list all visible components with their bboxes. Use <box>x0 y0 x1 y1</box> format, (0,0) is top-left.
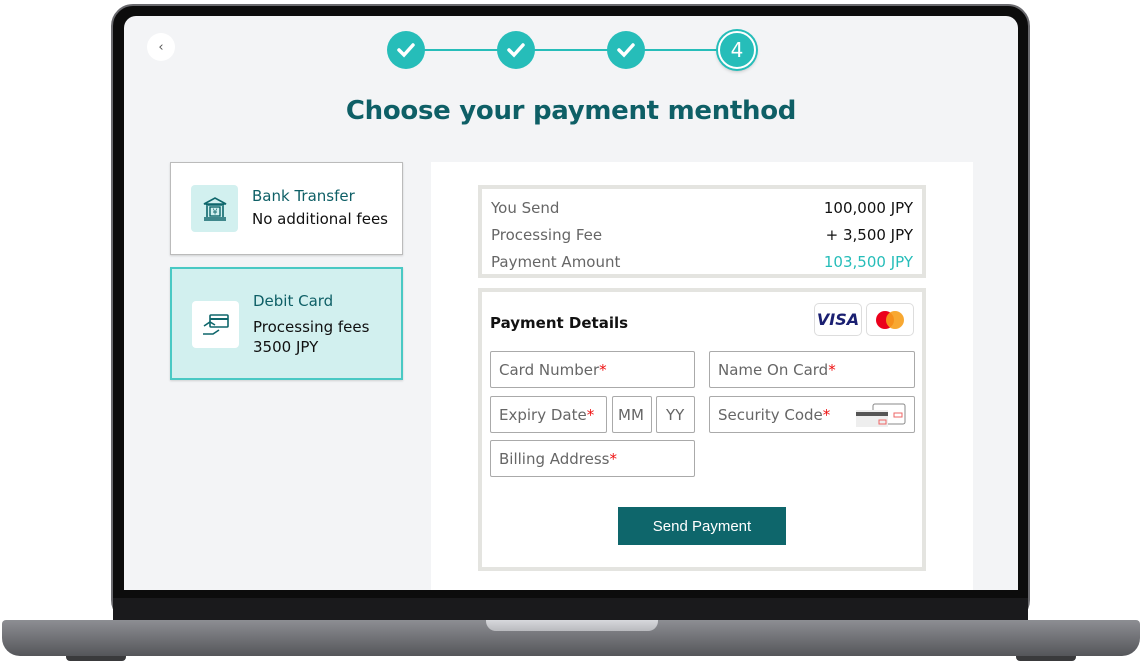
svg-text:¥: ¥ <box>212 207 217 216</box>
mastercard-logo <box>866 303 914 336</box>
required-mark: * <box>586 406 595 424</box>
card-number-input[interactable]: Card Number* <box>490 351 695 388</box>
summary-row: Payment Amount 103,500 JPY <box>491 248 913 275</box>
summary-row: Processing Fee + 3,500 JPY <box>491 221 913 248</box>
method-bank-transfer[interactable]: ¥ Bank Transfer No additional fees <box>170 162 403 255</box>
security-code-card-icon <box>856 403 906 427</box>
expiry-month-input[interactable]: MM <box>612 396 652 433</box>
required-mark: * <box>599 361 607 379</box>
step-2-complete <box>497 31 535 69</box>
laptop-foot <box>1016 656 1076 661</box>
expiry-date-input[interactable]: Expiry Date* <box>490 396 607 433</box>
name-on-card-input[interactable]: Name On Card* <box>709 351 915 388</box>
summary-label: You Send <box>491 198 560 217</box>
send-payment-button[interactable]: Send Payment <box>618 507 786 545</box>
step-4-current: 4 <box>718 31 756 69</box>
field-placeholder: Name On Card <box>718 361 829 379</box>
field-placeholder: YY <box>666 406 685 424</box>
laptop-chin <box>113 598 1028 620</box>
security-code-input[interactable]: Security Code* <box>709 396 915 433</box>
check-icon <box>397 43 415 58</box>
step-1-complete <box>387 31 425 69</box>
laptop-notch <box>486 620 658 631</box>
method-debit-card[interactable]: Debit Card Processing fees 3500 JPY <box>170 267 403 380</box>
summary-row: You Send 100,000 JPY <box>491 194 913 221</box>
payment-panel: You Send 100,000 JPY Processing Fee + 3,50… <box>431 162 973 590</box>
chevron-left-icon: ‹ <box>158 39 164 55</box>
stepper-line <box>424 49 754 51</box>
field-placeholder: Expiry Date <box>499 406 587 424</box>
field-placeholder: Billing Address <box>499 450 610 468</box>
expiry-year-input[interactable]: YY <box>656 396 695 433</box>
method-desc: Processing fees <box>253 318 370 336</box>
payment-details: Payment Details VISA Card Number* Name O… <box>478 288 926 571</box>
required-mark: * <box>822 406 831 424</box>
required-mark: * <box>609 450 618 468</box>
field-placeholder: Security Code <box>718 406 823 424</box>
field-placeholder: MM <box>618 406 644 424</box>
bank-yen-icon: ¥ <box>191 185 238 232</box>
summary-total: 103,500 JPY <box>823 252 913 271</box>
billing-address-input[interactable]: Billing Address* <box>490 440 695 477</box>
method-desc: No additional fees <box>252 210 388 228</box>
field-placeholder: Card Number <box>499 361 600 379</box>
screen: ‹ 4 Choose your payment menthod ¥ Bank T… <box>124 16 1018 590</box>
payment-summary: You Send 100,000 JPY Processing Fee + 3,50… <box>478 185 926 278</box>
required-mark: * <box>828 361 836 379</box>
page-title: Choose your payment menthod <box>345 96 797 126</box>
details-title: Payment Details <box>490 314 629 332</box>
visa-logo: VISA <box>814 303 862 336</box>
check-icon <box>617 43 635 58</box>
method-fee: 3500 JPY <box>253 338 319 356</box>
method-title: Bank Transfer <box>252 187 355 205</box>
back-button[interactable]: ‹ <box>147 33 175 61</box>
card-hand-icon <box>192 301 239 348</box>
summary-value: 100,000 JPY <box>823 198 913 217</box>
summary-label: Processing Fee <box>491 225 603 244</box>
check-icon <box>507 43 525 58</box>
summary-value: + 3,500 JPY <box>825 225 913 244</box>
summary-label: Payment Amount <box>491 252 621 271</box>
method-title: Debit Card <box>253 292 334 310</box>
step-3-complete <box>607 31 645 69</box>
laptop-foot <box>66 656 126 661</box>
visa-text: VISA <box>816 310 860 329</box>
